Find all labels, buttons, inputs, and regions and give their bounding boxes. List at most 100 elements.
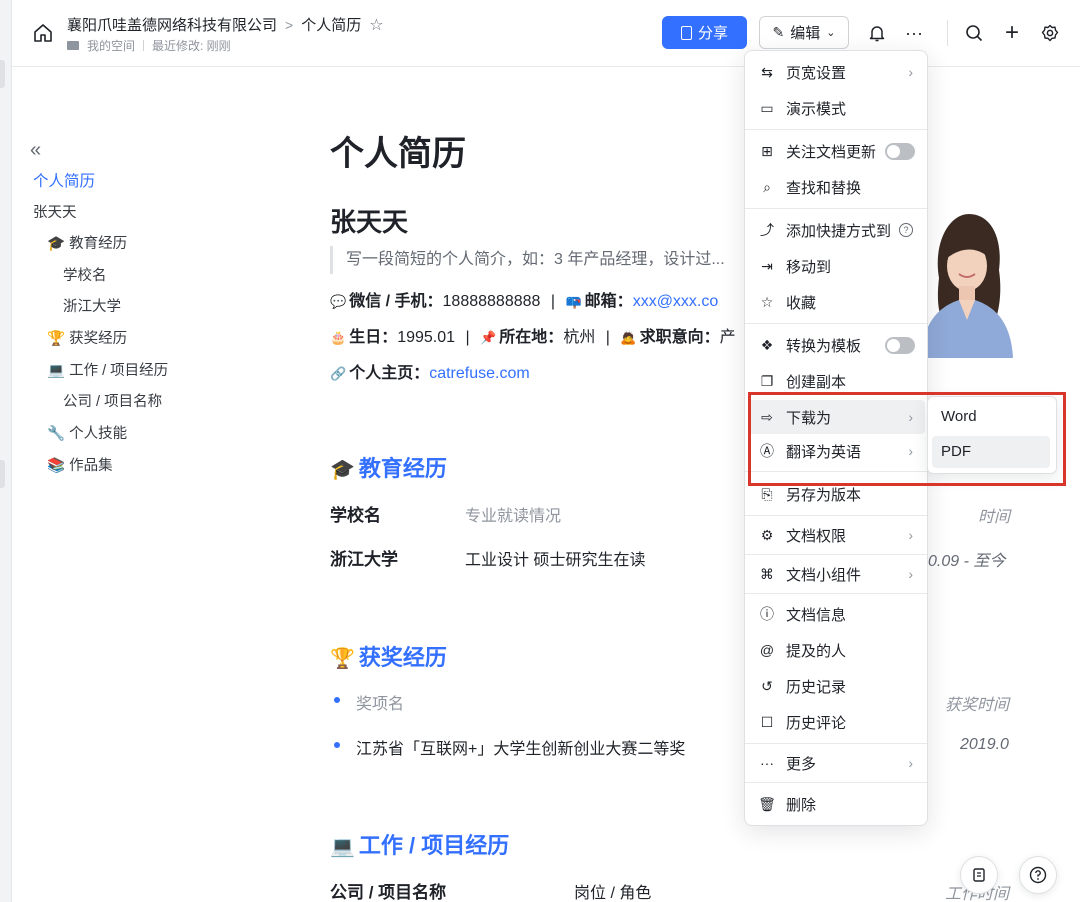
- outline-item[interactable]: 💻 工作 / 项目经历: [47, 359, 168, 380]
- share-button[interactable]: 分享: [662, 16, 747, 49]
- doc-tools-button[interactable]: [960, 856, 998, 894]
- menu-item-page-width[interactable]: ⇆ 页宽设置 ›: [749, 55, 925, 89]
- star-icon[interactable]: ☆: [369, 15, 383, 35]
- outline-item[interactable]: 🎓 教育经历: [47, 232, 127, 253]
- menu-item-widgets[interactable]: ⌘ 文档小组件 ›: [749, 557, 925, 591]
- search-icon[interactable]: [962, 21, 986, 45]
- download-word[interactable]: Word: [932, 401, 1050, 433]
- menu-item-history[interactable]: ↺ 历史记录: [749, 669, 925, 703]
- menu-item-label: 下载为: [786, 409, 832, 427]
- outline-item[interactable]: 📚 作品集: [47, 454, 113, 475]
- birthday-label: 生日：: [349, 329, 398, 346]
- menu-item-label: 另存为版本: [786, 486, 862, 504]
- plus-icon[interactable]: +: [1000, 19, 1024, 46]
- email-link[interactable]: xxx@xxx.co: [633, 293, 719, 310]
- outline-item[interactable]: 学校名: [63, 264, 107, 285]
- menu-item-convert-template[interactable]: ❖ 转换为模板: [749, 328, 925, 362]
- home-icon[interactable]: [32, 22, 54, 44]
- menu-item-add-shortcut[interactable]: ⤴ 添加快捷方式到?: [749, 213, 925, 247]
- profile-photo[interactable]: [919, 208, 1013, 358]
- bullet-icon: [334, 742, 340, 748]
- outline-item[interactable]: 张天天: [33, 201, 77, 222]
- outline-item[interactable]: 🔧 个人技能: [47, 422, 127, 443]
- outline-item[interactable]: 浙江大学: [63, 295, 121, 316]
- table-header-school[interactable]: 学校名: [330, 501, 381, 526]
- menu-item-favorite[interactable]: ☆ 收藏: [749, 285, 925, 319]
- intro-quote[interactable]: 写一段简短的个人简介，如：3 年产品经理，设计过...: [330, 246, 725, 274]
- homepage-label: 个人主页：: [349, 365, 430, 382]
- page-title[interactable]: 个人简历: [330, 126, 466, 175]
- table-cell-time[interactable]: 0.09 - 至今: [928, 547, 1005, 571]
- section-heading-education[interactable]: 🎓 教育经历: [330, 451, 447, 483]
- menu-item-find-replace[interactable]: ⌕ 查找和替换: [749, 170, 925, 204]
- name-heading[interactable]: 张天天: [330, 202, 408, 239]
- more-icon[interactable]: ···: [902, 21, 926, 45]
- download-pdf[interactable]: PDF: [932, 436, 1050, 468]
- edit-button[interactable]: ✎ 编辑 ⌄: [759, 16, 849, 49]
- space-link[interactable]: 我的空间: [87, 37, 135, 54]
- menu-item-download-as[interactable]: ⇨ 下载为 ›: [749, 400, 925, 434]
- menu-item-follow-updates[interactable]: ⊞ 关注文档更新: [749, 134, 925, 168]
- table-cell-major[interactable]: 工业设计 硕士研究生在读: [465, 546, 645, 570]
- breadcrumb-doc-title[interactable]: 个人简历: [301, 14, 361, 35]
- contact-line: 💬 微信 / 手机：18888888888 | 📪 邮箱：xxx@xxx.co: [330, 287, 718, 311]
- section-heading-awards[interactable]: 🏆 获奖经历: [330, 640, 447, 672]
- collapse-outline-icon[interactable]: «: [30, 139, 41, 162]
- section-title: 工作 / 项目经历: [358, 833, 510, 858]
- shortcut-icon: ⤴: [760, 222, 774, 238]
- side-tab[interactable]: [0, 60, 5, 88]
- page-width-icon: ⇆: [761, 63, 773, 80]
- list-item[interactable]: 江苏省「互联网+」大学生创新创业大赛二等奖: [356, 735, 685, 759]
- table-header-role[interactable]: 岗位 / 角色: [574, 879, 651, 902]
- widget-icon: ⌘: [760, 565, 774, 582]
- menu-item-comment-history[interactable]: ☐ 历史评论: [749, 705, 925, 739]
- list-item-time[interactable]: 获奖时间: [945, 691, 1009, 715]
- trash-icon: 🗑: [758, 795, 776, 812]
- menu-item-more[interactable]: ··· 更多 ›: [749, 746, 925, 780]
- star-icon: ☆: [760, 293, 774, 310]
- follow-toggle[interactable]: [885, 142, 915, 160]
- breadcrumb-org[interactable]: 襄阳爪哇盖德网络科技有限公司: [67, 14, 277, 35]
- app-side-strip: [0, 0, 12, 902]
- help-button[interactable]: [1019, 856, 1057, 894]
- outline-item[interactable]: 🏆 获奖经历: [47, 327, 127, 348]
- table-header-company[interactable]: 公司 / 项目名称: [330, 878, 446, 902]
- table-header-major[interactable]: 专业就读情况: [465, 502, 561, 526]
- menu-item-delete[interactable]: 🗑 删除: [749, 787, 925, 821]
- help-icon[interactable]: ?: [899, 223, 913, 237]
- menu-item-label: 关注文档更新: [786, 143, 877, 161]
- table-cell-school[interactable]: 浙江大学: [330, 545, 398, 570]
- person-at-desk-icon: 🙇: [620, 330, 637, 345]
- menu-item-duplicate[interactable]: ❐ 创建副本: [749, 364, 925, 398]
- template-toggle[interactable]: [885, 336, 915, 354]
- bell-icon[interactable]: [865, 21, 889, 45]
- outline-item[interactable]: 个人简历: [33, 169, 95, 191]
- table-header-time[interactable]: 时间: [978, 503, 1010, 527]
- laptop-icon: 💻: [330, 836, 355, 858]
- menu-item-permissions[interactable]: ⚙ 文档权限 ›: [749, 518, 925, 552]
- side-tab[interactable]: [0, 460, 5, 488]
- menu-item-label: 删除: [786, 796, 817, 814]
- menu-item-mentioned[interactable]: @ 提及的人: [749, 633, 925, 667]
- menu-divider: [745, 515, 927, 516]
- section-title: 获奖经历: [358, 645, 447, 670]
- menu-item-doc-info[interactable]: ⓘ 文档信息: [749, 597, 925, 631]
- menu-item-save-version[interactable]: ⎘ 另存为版本: [749, 477, 925, 511]
- menu-item-label: 转换为模板: [786, 337, 862, 355]
- more-actions-menu: ⇆ 页宽设置 › ▭ 演示模式 ⊞ 关注文档更新 ⌕ 查找和替换 ⤴ 添加快捷方式到? ⇥ 移…: [744, 50, 928, 826]
- chevron-right-icon: ›: [908, 755, 913, 771]
- section-heading-work[interactable]: 💻 工作 / 项目经历: [330, 828, 509, 860]
- homepage-link[interactable]: catrefuse.com: [429, 365, 529, 382]
- menu-item-translate[interactable]: Ⓐ 翻译为英语 ›: [749, 434, 925, 468]
- menu-item-presentation[interactable]: ▭ 演示模式: [749, 91, 925, 125]
- menu-item-label: 历史评论: [786, 714, 847, 732]
- chevron-right-icon: ›: [908, 409, 913, 425]
- menu-item-move-to[interactable]: ⇥ 移动到: [749, 249, 925, 283]
- pin-icon: 📌: [480, 330, 497, 345]
- gear-icon[interactable]: [1038, 21, 1062, 45]
- graduation-cap-icon: 🎓: [330, 459, 355, 481]
- outline-item[interactable]: 公司 / 项目名称: [63, 390, 162, 411]
- menu-item-label: 文档小组件: [786, 566, 862, 584]
- list-item[interactable]: 奖项名: [356, 690, 404, 714]
- list-item-time[interactable]: 2019.0: [960, 736, 1009, 754]
